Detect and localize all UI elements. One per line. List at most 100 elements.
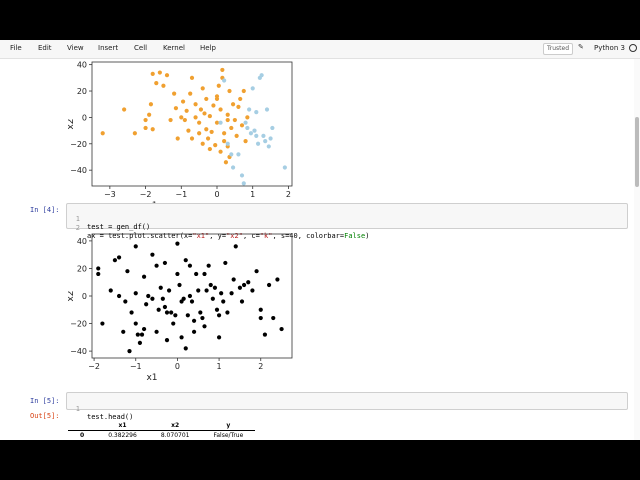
edit-pencil-icon[interactable]: ✎: [578, 43, 584, 51]
vertical-scrollbar[interactable]: [634, 59, 640, 440]
table-header-row: x1 x2 y: [68, 421, 256, 431]
scatter-point: [213, 143, 218, 148]
x-tick-label: 2: [286, 190, 291, 199]
y-tick-label: 0: [82, 292, 87, 301]
code-cell-in5[interactable]: 1 test.head(): [66, 392, 628, 421]
menu-insert[interactable]: Insert: [98, 44, 118, 52]
scatter-point: [166, 288, 172, 293]
scatter-point: [154, 263, 159, 268]
scatter-point: [197, 120, 202, 125]
menu-kernel[interactable]: Kernel: [163, 44, 185, 52]
table-cell: False/True: [213, 432, 244, 439]
scatter-point: [243, 120, 248, 125]
y-tick-label: −20: [70, 140, 87, 149]
scatter-point: [259, 73, 264, 78]
scatter-point: [196, 288, 201, 293]
scatter-point: [204, 288, 209, 293]
scatter-point: [198, 310, 203, 315]
code-line: test.head(): [87, 413, 134, 421]
scatter-point: [141, 326, 147, 332]
scatter-point: [193, 115, 198, 120]
scatter-point: [214, 94, 220, 99]
x-tick-label: −1: [175, 190, 187, 199]
scatter-point: [207, 113, 212, 119]
table-header-x2: x2: [148, 421, 202, 431]
scatter-point: [172, 91, 177, 96]
scatter-point: [204, 96, 209, 102]
y-tick-label: 40: [77, 61, 87, 70]
scatter-point: [261, 133, 266, 138]
scatter-point: [211, 103, 216, 108]
scatter-point: [262, 332, 268, 337]
x-tick-label: −1: [130, 362, 142, 371]
scatter-point: [191, 329, 197, 334]
scatter-point: [150, 252, 155, 257]
y-axis-label: x2: [68, 118, 76, 129]
scatter-point: [188, 91, 193, 96]
scatter-point: [175, 136, 180, 141]
scatter-point: [185, 313, 190, 318]
x-tick-label: 0: [214, 190, 219, 199]
code-cell-in4[interactable]: 1 test = gen_df() 2 ax = test.plot.scatt…: [66, 203, 628, 240]
scatter-point: [133, 244, 138, 249]
scatter-point: [122, 107, 127, 112]
scatter-point: [186, 128, 191, 133]
scatter-point: [218, 149, 223, 154]
menu-cell[interactable]: Cell: [134, 44, 147, 52]
scatter-point: [175, 241, 180, 246]
scatter-point: [258, 307, 263, 312]
scatter-point: [183, 346, 188, 351]
scatter-point: [252, 128, 257, 133]
scatter-point: [210, 296, 215, 301]
scatter-point: [245, 115, 250, 120]
y-tick-label: 20: [77, 264, 87, 273]
scatter-point: [247, 107, 252, 112]
scatter-point: [123, 299, 128, 304]
scatter-plot-1: −3−2−101240200−20−40x1x2: [68, 61, 293, 210]
scatter-point: [218, 107, 223, 112]
scatter-point: [219, 291, 224, 296]
menu-edit[interactable]: Edit: [38, 44, 52, 52]
scatter-point: [191, 318, 197, 323]
scatter-point: [154, 329, 159, 334]
scatter-plot-2: −2 −1 0 1 2 40 20 0 −20 −40 x1 x2: [68, 233, 293, 382]
y-tick-label: 40: [77, 237, 87, 246]
scatter-point: [182, 117, 187, 123]
scatter-point: [125, 269, 130, 274]
menu-file[interactable]: File: [10, 44, 22, 52]
menu-help[interactable]: Help: [200, 44, 216, 52]
scatter-point: [254, 133, 259, 138]
scatter-point: [150, 71, 155, 76]
scatter-point: [221, 299, 226, 304]
scatter-point: [246, 280, 251, 285]
menu-bar: File Edit View Insert Cell Kernel Help T…: [0, 40, 640, 59]
scatter-point: [100, 131, 105, 136]
scatter-point: [266, 282, 272, 288]
scrollbar-thumb[interactable]: [635, 117, 639, 187]
scatter-point: [229, 152, 234, 157]
scatter-point: [236, 152, 241, 157]
scatter-point: [202, 111, 207, 116]
menu-view[interactable]: View: [67, 44, 84, 52]
scatter-point: [258, 315, 263, 321]
scatter-point: [187, 263, 193, 268]
scatter-point: [132, 131, 137, 136]
x-tick-label: 1: [217, 362, 222, 371]
scatter-point: [197, 131, 202, 136]
in5-prompt: In [5]:: [30, 397, 60, 405]
trusted-badge[interactable]: Trusted: [543, 43, 574, 55]
scatter-point: [205, 136, 211, 141]
scatter-point: [189, 299, 195, 304]
scatter-point: [239, 123, 245, 128]
scatter-point: [198, 107, 204, 112]
scatter-point: [200, 315, 205, 321]
scatter-point: [238, 96, 243, 102]
scatter-point: [171, 321, 176, 326]
scatter-point: [168, 117, 173, 123]
scatter-point: [139, 332, 145, 337]
scatter-point: [202, 324, 207, 329]
out5-prompt: Out[5]:: [30, 412, 60, 420]
line-number: 1: [75, 405, 80, 413]
plot-frame: [91, 61, 293, 187]
scatter-point: [263, 139, 268, 144]
